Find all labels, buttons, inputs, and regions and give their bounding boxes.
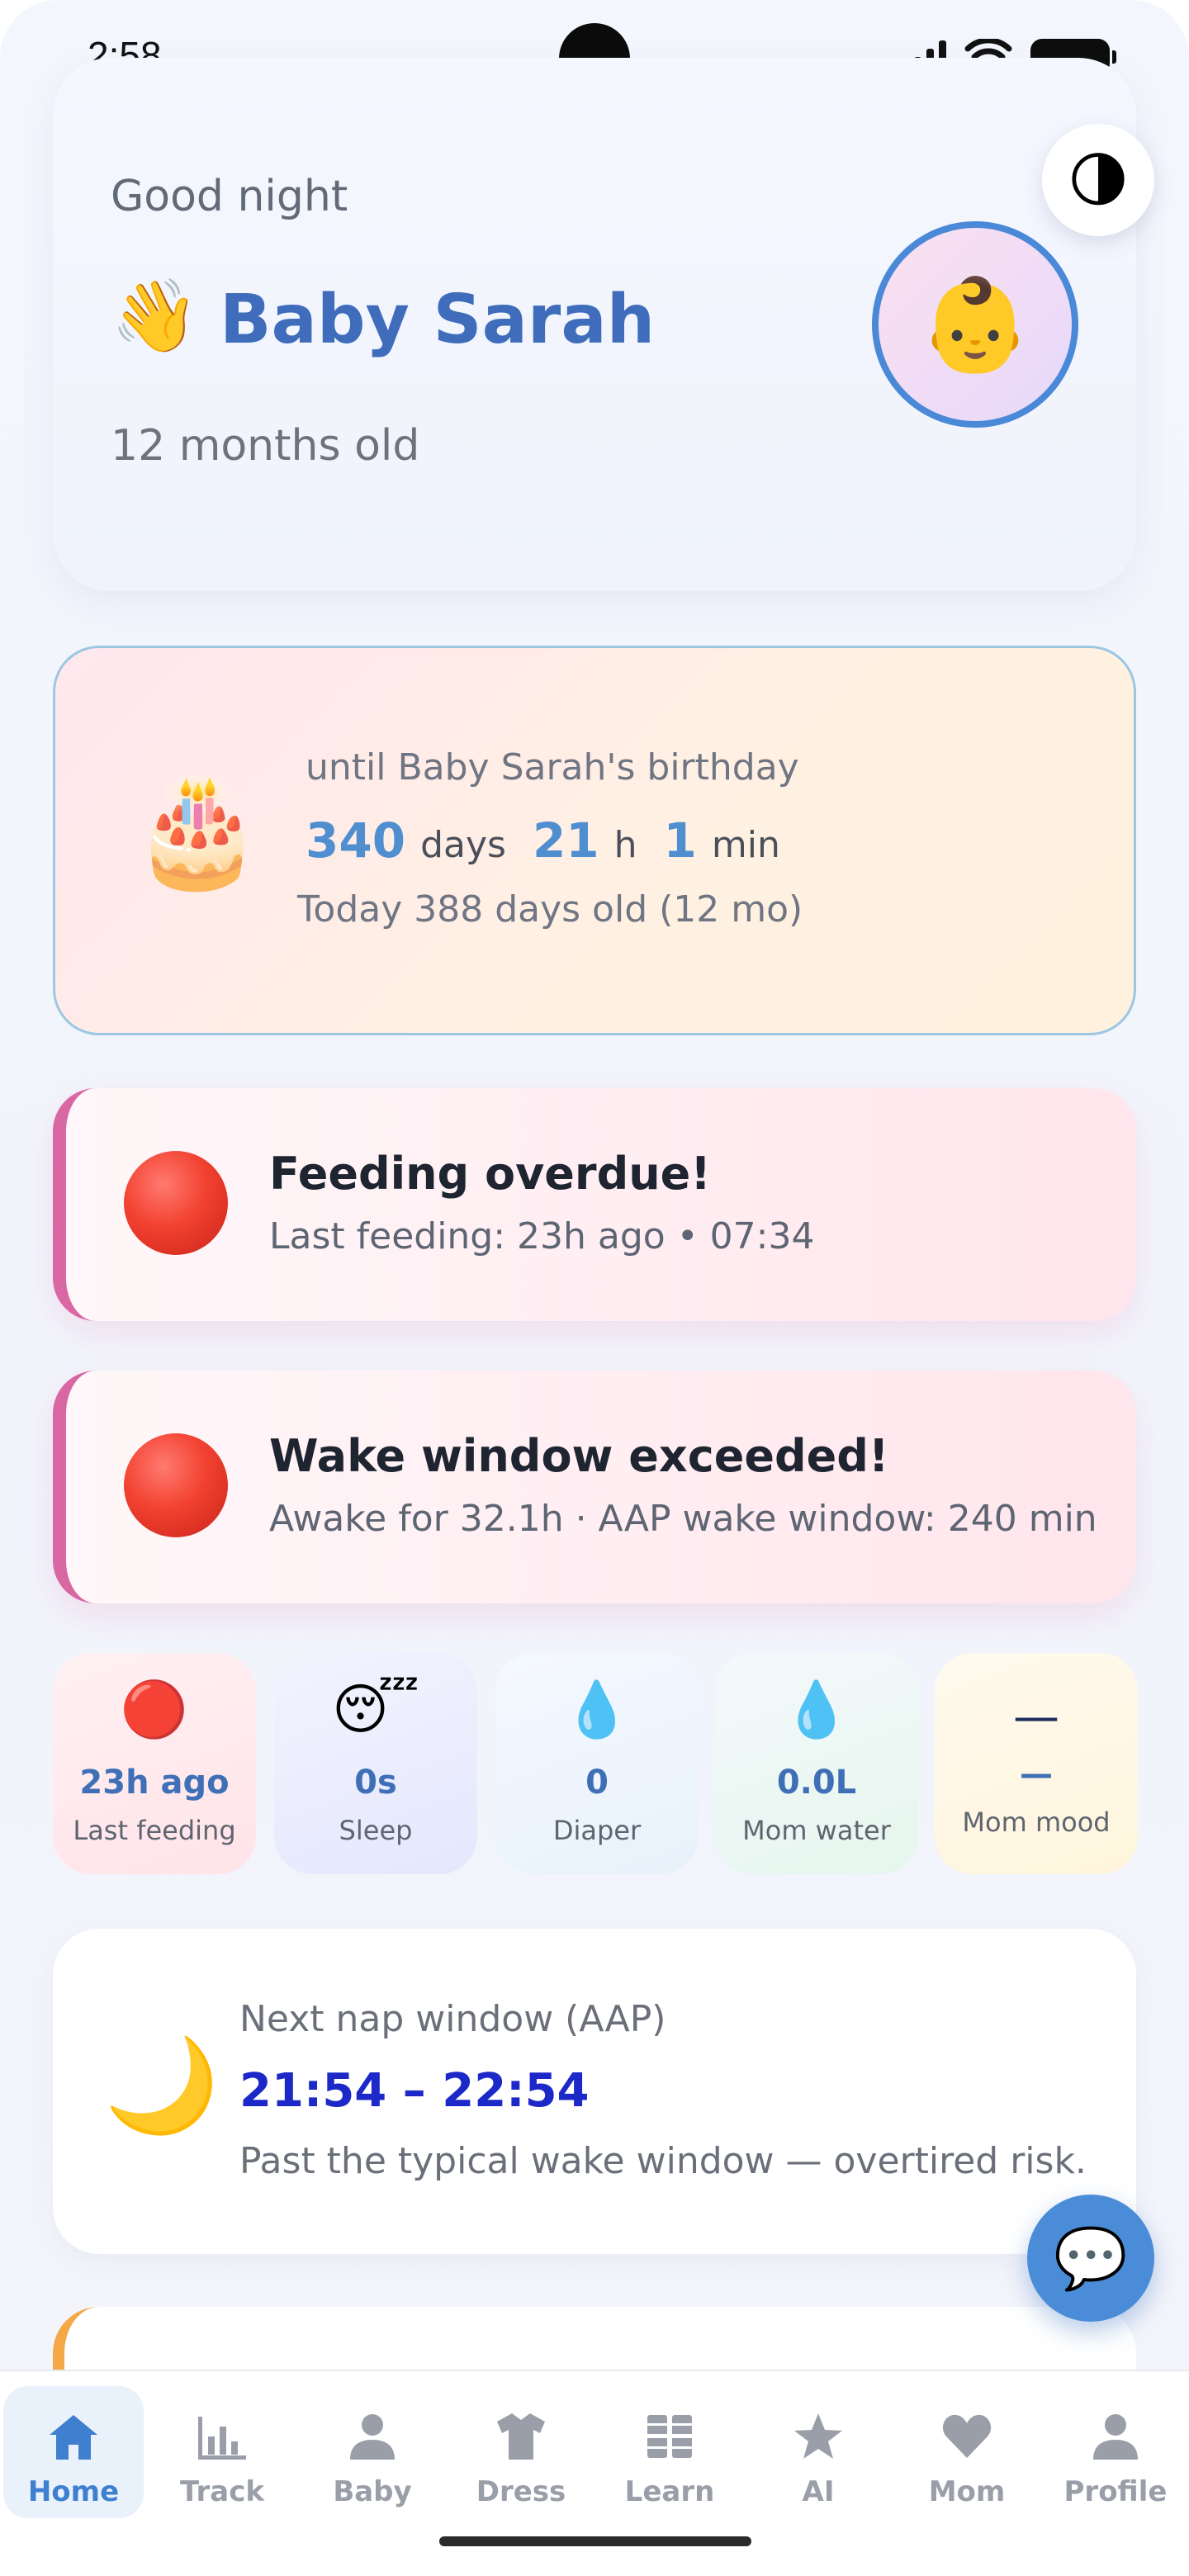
greeting-text: Good night [111,172,348,221]
countdown-hours: 21 [532,812,599,869]
nap-window-title: Next nap window (AAP) [239,1998,666,2040]
profile-icon [1045,2408,1186,2465]
birthday-today-text: Today 388 days old (12 mo) [297,888,803,930]
baby-age: 12 months old [111,421,420,471]
nav-item-learn[interactable]: Learn [599,2386,740,2518]
nav-label: Home [27,2475,120,2508]
droplet-icon: 💧 [562,1678,632,1741]
countdown-minutes: 1 [663,812,697,869]
home-indicator[interactable] [439,2536,751,2546]
nav-item-mom[interactable]: Mom [897,2386,1037,2518]
alert-subtitle: Last feeding: 23h ago • 07:34 [269,1215,815,1257]
baby-avatar[interactable]: 👶 [872,221,1078,428]
alert-title: Wake window exceeded! [269,1430,889,1482]
baby-name: Baby Sarah [220,281,656,359]
grid-icon [599,2408,740,2465]
nav-label: Mom [928,2475,1006,2508]
star-icon [748,2408,888,2465]
birthday-countdown: 340 days 21 h 1 min [306,812,792,869]
person-icon [302,2408,443,2465]
stat-label: Mom water [742,1815,891,1846]
stat-tile-last-feeding[interactable]: 🔴 23h ago Last feeding [53,1653,256,1874]
nav-item-profile[interactable]: Profile [1045,2386,1186,2518]
birthday-until-text: until Baby Sarah's birthday [306,746,799,788]
red-circle-icon [124,1433,228,1537]
nav-label: AI [802,2475,835,2508]
chat-button[interactable]: 💬 [1027,2195,1154,2322]
crescent-moon-icon: 🌙 [104,2032,220,2139]
countdown-days: 340 [306,812,406,869]
droplet-icon: 💧 [782,1678,851,1741]
red-circle-icon [124,1151,228,1255]
alert-title: Feeding overdue! [269,1148,711,1200]
nav-label: Baby [333,2475,412,2508]
stat-tile-diaper[interactable]: 💧 0 Diaper [495,1653,699,1874]
nav-item-baby[interactable]: Baby [302,2386,443,2518]
wave-icon: 👋 [111,275,200,358]
stat-value: 23h ago [79,1764,230,1802]
red-circle-icon: 🔴 [120,1678,189,1741]
theme-toggle-button[interactable]: 🌗 [1042,124,1154,236]
nav-label: Dress [476,2475,566,2508]
nap-window-time: 21:54 – 22:54 [239,2064,590,2118]
mood-placeholder-icon: — [1013,1690,1059,1744]
app-screen: 2:58 Good night 👋 Baby Sarah 12 months o… [0,0,1189,2576]
nav-item-dress[interactable]: Dress [451,2386,591,2518]
heart-icon [897,2408,1037,2465]
stat-label: Mom mood [962,1807,1111,1838]
moon-phase-icon: 🌗 [1067,145,1130,215]
nav-label: Profile [1063,2475,1168,2508]
alert-subtitle: Awake for 32.1h · AAP wake window: 240 m… [269,1498,1097,1540]
nav-item-ai[interactable]: AI [748,2386,888,2518]
stat-value: — [1020,1755,1053,1793]
stat-tile-mom-water[interactable]: 💧 0.0L Mom water [715,1653,918,1874]
countdown-hours-unit: h [613,824,637,866]
stat-label: Sleep [339,1815,413,1846]
chat-bubble-icon: 💬 [1054,2223,1128,2293]
stat-value: 0 [585,1764,609,1802]
countdown-minutes-unit: min [711,824,780,866]
baby-avatar-icon: 👶 [918,271,1032,377]
home-icon [3,2408,144,2465]
stat-label: Diaper [552,1815,642,1846]
nav-label: Track [180,2475,264,2508]
sleeping-face-icon: 😴 [332,1678,419,1741]
nap-window-note: Past the typical wake window — overtired… [239,2140,1087,2182]
shirt-icon [451,2408,591,2465]
stat-value: 0s [354,1764,397,1802]
stat-tile-sleep[interactable]: 😴 0s Sleep [274,1653,477,1874]
stat-value: 0.0L [776,1764,857,1802]
nav-label: Learn [624,2475,715,2508]
stat-label: Last feeding [73,1815,236,1846]
nav-item-home[interactable]: Home [3,2386,144,2518]
stat-tile-mom-mood[interactable]: — — Mom mood [935,1653,1138,1874]
cake-icon: 🎂 [130,767,264,893]
nav-item-track[interactable]: Track [152,2386,292,2518]
bar-chart-icon [152,2408,292,2465]
countdown-days-unit: days [420,824,506,866]
